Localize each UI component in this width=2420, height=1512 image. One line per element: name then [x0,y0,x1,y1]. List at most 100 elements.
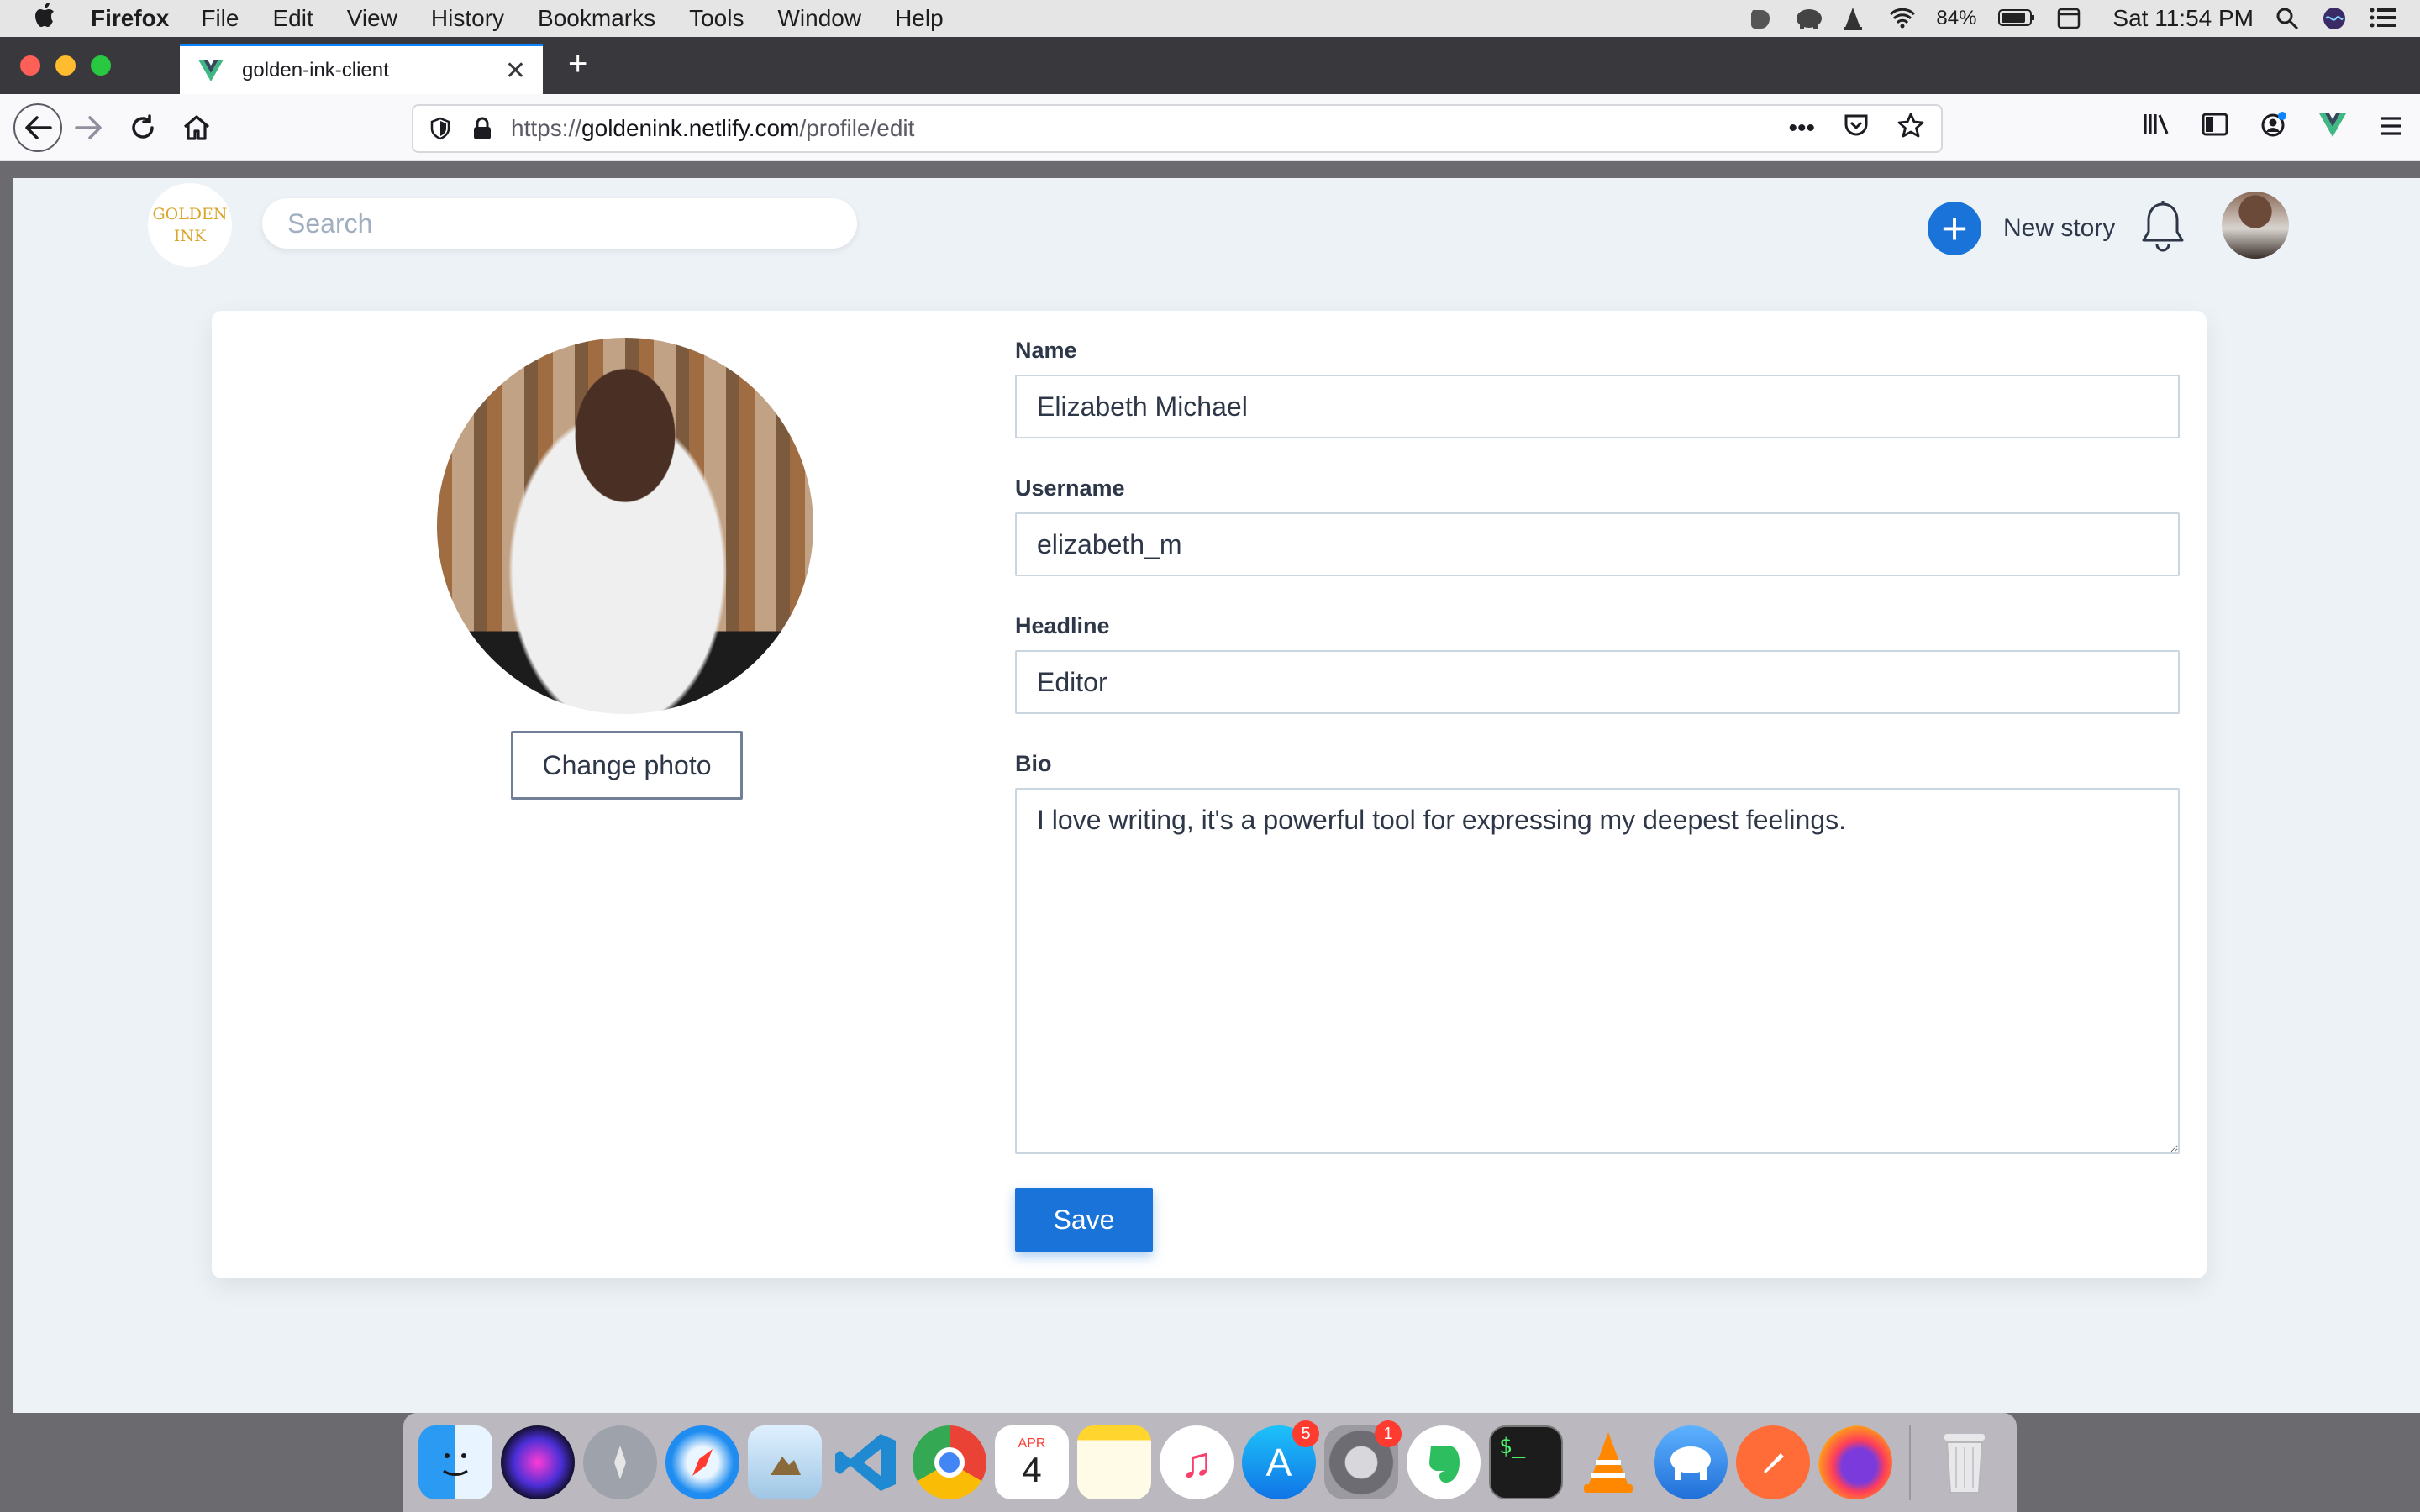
tab-title: golden-ink-client [242,58,389,81]
forward-arrow-icon[interactable] [69,108,109,148]
browser-tab-strip: golden-ink-client ✕ + [0,37,2420,94]
safari-icon[interactable] [666,1425,739,1499]
app-store-icon[interactable]: A 5 [1242,1420,1319,1499]
search-input[interactable] [262,198,857,249]
username-field[interactable] [1015,512,2180,576]
bio-label: Bio [1015,751,1052,776]
battery-percent: 84% [1936,7,1977,29]
new-story-label: New story [2003,214,2116,242]
menu-edit[interactable]: Edit [272,5,313,32]
macos-dock: APR 4 ♫ A 5 1 $_ [403,1413,2017,1512]
library-icon[interactable] [2143,112,2170,144]
profile-photo [437,338,813,714]
change-photo-button[interactable]: Change photo [511,731,743,800]
notes-icon[interactable] [1077,1425,1151,1499]
logo-line-1: GOLDEN [152,205,228,223]
account-icon[interactable] [2260,111,2287,145]
firefox-icon[interactable] [1818,1425,1892,1499]
vscode-icon[interactable] [830,1425,904,1499]
calendar-icon[interactable]: APR 4 [995,1425,1069,1499]
plus-icon: + [1928,202,1981,255]
system-preferences-icon[interactable]: 1 [1324,1420,1402,1499]
bookmark-star-icon[interactable] [1897,113,1924,144]
new-story-button[interactable]: + New story [1928,202,2115,255]
preview-icon[interactable] [748,1425,822,1499]
browser-tab-active[interactable]: golden-ink-client ✕ [180,44,543,94]
itunes-icon[interactable]: ♫ [1160,1425,1234,1499]
url-path: /profile/edit [799,115,915,141]
url-text[interactable]: https://goldenink.netlify.com/profile/ed… [511,115,914,142]
window-minimize-button[interactable] [55,55,76,76]
vlc-tray-icon[interactable] [1842,7,1867,30]
dock-separator [1909,1425,1911,1500]
save-button[interactable]: Save [1015,1188,1153,1252]
edit-profile-form: Name Username Headline Bio I love writin… [1015,338,2180,1154]
menu-clock[interactable]: Sat 11:54 PM [2112,5,2254,32]
url-actions: ••• [1788,113,1924,144]
battery-icon[interactable] [1998,7,2035,30]
bio-textarea[interactable]: I love writing, it's a powerful tool for… [1015,788,2180,1154]
menu-window[interactable]: Window [777,5,861,32]
menu-help[interactable]: Help [895,5,944,32]
tab-close-icon[interactable]: ✕ [505,56,526,86]
lock-icon[interactable] [472,117,492,140]
launchpad-icon[interactable] [583,1425,657,1499]
hamburger-menu-icon[interactable] [2378,112,2403,144]
tracking-protection-shield-icon[interactable] [429,117,452,140]
url-domain: goldenink.netlify.com [581,115,800,141]
user-avatar[interactable] [2222,192,2289,259]
app-store-badge: 5 [1292,1420,1319,1447]
headline-label: Headline [1015,613,1110,638]
menu-tools[interactable]: Tools [689,5,744,32]
finder-icon[interactable] [418,1425,492,1499]
logo-line-2: INK [173,227,207,245]
username-label: Username [1015,475,1125,501]
system-preferences-badge: 1 [1375,1420,1402,1447]
url-bar[interactable]: https://goldenink.netlify.com/profile/ed… [412,104,1943,153]
macos-menu-bar: Firefox File Edit View History Bookmarks… [0,0,2420,37]
notification-center-icon[interactable] [2370,7,2396,30]
window-close-button[interactable] [20,55,40,76]
siri-icon[interactable] [2323,7,2348,30]
evernote-tray-icon[interactable] [1748,7,1773,30]
vue-devtools-icon[interactable] [2319,112,2346,144]
reload-icon[interactable] [123,108,163,148]
name-field[interactable] [1015,375,2180,438]
browser-toolbar: https://goldenink.netlify.com/profile/ed… [0,94,2420,161]
tableplus-tray-icon[interactable] [1795,7,1823,30]
tableplus-icon[interactable] [1654,1425,1728,1499]
back-arrow-icon[interactable] [13,103,62,152]
vlc-icon[interactable] [1571,1425,1645,1499]
wifi-icon[interactable] [1889,7,1916,30]
apple-menu-icon[interactable] [34,3,67,34]
golden-ink-logo[interactable]: GOLDEN INK [148,183,232,267]
menu-bookmarks[interactable]: Bookmarks [538,5,655,32]
new-tab-icon[interactable]: + [568,45,587,83]
bell-icon[interactable] [2138,200,2188,255]
calendar-tray-icon[interactable] [2057,7,2082,30]
name-label: Name [1015,338,1077,363]
trash-icon[interactable] [1928,1425,2002,1499]
calendar-day: 4 [1022,1450,1042,1489]
evernote-icon[interactable] [1407,1425,1481,1499]
menu-view[interactable]: View [347,5,397,32]
url-scheme: https:// [511,115,582,141]
sidebar-icon[interactable] [2202,112,2228,144]
menu-extras: 84% Sat 11:54 PM [1748,0,2396,37]
page-actions-more-icon[interactable]: ••• [1788,114,1815,143]
web-page: GOLDEN INK + New story Change photo Name… [13,178,2420,1413]
toolbar-right [2143,111,2403,145]
siri-dock-icon[interactable] [501,1425,575,1499]
spotlight-search-icon[interactable] [2275,7,2301,30]
home-icon[interactable] [176,108,217,148]
menu-app-name[interactable]: Firefox [91,5,169,32]
menu-history[interactable]: History [431,5,504,32]
vue-favicon-icon [198,59,224,81]
menu-file[interactable]: File [201,5,239,32]
window-zoom-button[interactable] [91,55,111,76]
postman-icon[interactable] [1736,1425,1810,1499]
terminal-icon[interactable]: $_ [1489,1425,1563,1499]
headline-field[interactable] [1015,650,2180,714]
pocket-icon[interactable] [1844,113,1869,144]
chrome-icon[interactable] [913,1425,986,1499]
